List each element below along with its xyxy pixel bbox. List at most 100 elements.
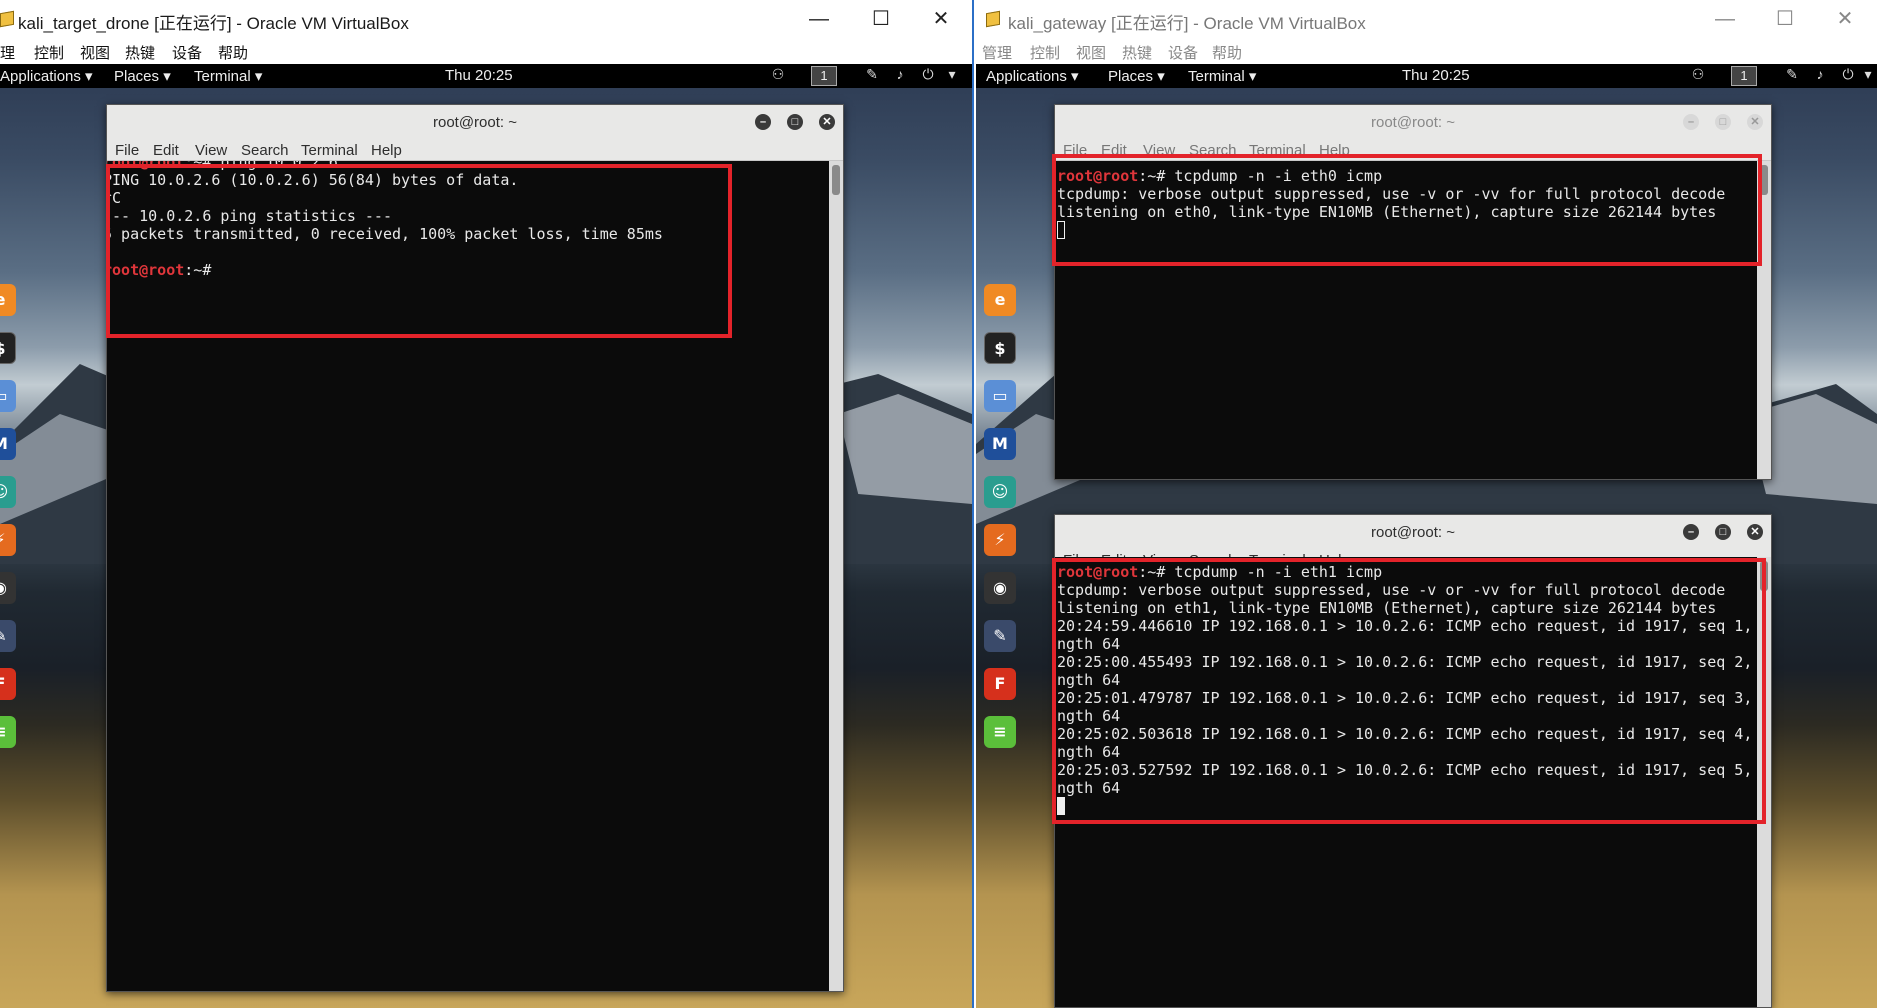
terminal-titlebar[interactable]: root@root: ~ – □ ✕ — [107, 105, 843, 139]
maximize-icon[interactable]: □ — [1715, 524, 1731, 540]
minimize-icon[interactable]: – — [1683, 114, 1699, 130]
terminal-icon[interactable]: $ — [984, 332, 1016, 364]
terminal-app-menu[interactable]: Terminal ▾ — [194, 67, 262, 85]
armitage-icon[interactable]: ☺ — [0, 476, 16, 508]
close-icon[interactable]: ✕ — [1747, 524, 1763, 540]
firefox-icon[interactable]: e — [0, 284, 16, 316]
network-icon[interactable]: ⚇ — [768, 66, 788, 86]
terminal-scrollbar[interactable] — [1757, 161, 1771, 479]
menu-help[interactable]: 帮助 — [218, 42, 248, 63]
term-menu-help[interactable]: Help — [371, 142, 402, 159]
terminal-window-eth1[interactable]: root@root: ~ – □ ✕ File Edit View Search… — [1054, 514, 1772, 1008]
menu-devices[interactable]: 设备 — [1168, 42, 1198, 63]
close-icon[interactable]: ✕ — [819, 114, 835, 130]
pen-icon[interactable]: ✎ — [862, 66, 882, 86]
menu-view[interactable]: 视图 — [80, 42, 110, 63]
volume-icon[interactable]: ♪ — [890, 66, 910, 86]
terminal-icon[interactable]: $ — [0, 332, 16, 364]
terminal-output[interactable]: root@root:~# ping 10.0.2.6 PING 10.0.2.6… — [107, 161, 829, 991]
pen-icon[interactable]: ✎ — [1782, 66, 1802, 86]
menu-manage[interactable]: 理 — [0, 42, 15, 63]
workspace-indicator[interactable]: 1 — [811, 66, 837, 86]
term-menu-view[interactable]: View — [195, 142, 227, 159]
chevron-down-icon[interactable]: ▾ — [1858, 66, 1877, 86]
menu-help[interactable]: 帮助 — [1212, 42, 1242, 63]
term-menu-terminal[interactable]: Terminal — [301, 142, 358, 159]
term-menu-help[interactable]: Help — [1319, 142, 1350, 159]
guest-display[interactable]: Applications ▾ Places ▾ Terminal ▾ Thu 2… — [0, 64, 972, 1008]
files-icon[interactable]: ▭ — [0, 380, 16, 412]
maximize-icon[interactable]: ☐ — [852, 4, 910, 34]
burpsuite-icon[interactable]: ⚡ — [984, 524, 1016, 556]
terminal-titlebar[interactable]: root@root: ~ – □ ✕ — [1055, 105, 1771, 139]
minimize-icon[interactable]: — — [790, 4, 848, 34]
prompt-line: root@root:~# tcpdump -n -i eth0 icmp — [1057, 167, 1383, 185]
maximize-icon[interactable]: □ — [1715, 114, 1731, 130]
menu-hotkeys[interactable]: 热键 — [1122, 42, 1152, 63]
places-menu[interactable]: Places ▾ — [1108, 67, 1165, 85]
terminal-titlebar[interactable]: root@root: ~ – □ ✕ — [1055, 515, 1771, 549]
term-menu-terminal[interactable]: Terminal — [1249, 142, 1306, 159]
files-icon[interactable]: ▭ — [984, 380, 1016, 412]
panel-clock[interactable]: Thu 20:25 — [1402, 67, 1470, 84]
terminal-window[interactable]: root@root: ~ – □ ✕ File Edit View Search… — [106, 104, 844, 992]
power-icon[interactable]: ⏻ — [918, 66, 938, 86]
close-icon[interactable]: ✕ — [1816, 4, 1874, 34]
beef-icon[interactable]: ✎ — [984, 620, 1016, 652]
faraday-icon[interactable]: F — [0, 668, 16, 700]
chevron-down-icon[interactable]: ▾ — [942, 66, 962, 86]
term-menu-search[interactable]: Search — [241, 142, 289, 159]
close-icon[interactable]: ✕ — [1747, 114, 1763, 130]
power-icon[interactable]: ⏻ — [1838, 66, 1858, 86]
packet-line: 20:25:02.503618 IP 192.168.0.1 > 10.0.2.… — [1057, 725, 1757, 743]
maltego-icon[interactable]: ◉ — [984, 572, 1016, 604]
window-titlebar[interactable]: kali_gateway [正在运行] - Oracle VM VirtualB… — [976, 0, 1877, 40]
panel-clock[interactable]: Thu 20:25 — [445, 67, 513, 84]
network-icon[interactable]: ⚇ — [1688, 66, 1708, 86]
applications-menu[interactable]: Applications ▾ — [986, 67, 1079, 85]
terminal-output[interactable]: root@root:~# tcpdump -n -i eth0 icmp tcp… — [1055, 161, 1757, 479]
terminal-app-menu[interactable]: Terminal ▾ — [1188, 67, 1256, 85]
term-menu-file[interactable]: File — [115, 142, 139, 159]
term-menu-file[interactable]: File — [1063, 142, 1087, 159]
metasploit-icon[interactable]: M — [0, 428, 16, 460]
close-icon[interactable]: ✕ — [912, 4, 970, 34]
menu-control[interactable]: 控制 — [34, 42, 64, 63]
term-menu-view[interactable]: View — [1143, 142, 1175, 159]
leafpad-icon[interactable]: ≡ — [0, 716, 16, 748]
faraday-icon[interactable]: F — [984, 668, 1016, 700]
firefox-icon[interactable]: e — [984, 284, 1016, 316]
terminal-output[interactable]: root@root:~# tcpdump -n -i eth1 icmp tcp… — [1055, 557, 1757, 1007]
menu-devices[interactable]: 设备 — [172, 42, 202, 63]
guest-display[interactable]: Applications ▾ Places ▾ Terminal ▾ Thu 2… — [976, 64, 1877, 1008]
leafpad-icon[interactable]: ≡ — [984, 716, 1016, 748]
window-titlebar[interactable]: kali_target_drone [正在运行] - Oracle VM Vir… — [0, 0, 972, 40]
menu-hotkeys[interactable]: 热键 — [125, 42, 155, 63]
output-line: --- 10.0.2.6 ping statistics --- — [107, 207, 392, 225]
term-menu-edit[interactable]: Edit — [1101, 142, 1127, 159]
output-line: tcpdump: verbose output suppressed, use … — [1057, 185, 1726, 203]
maximize-icon[interactable]: □ — [787, 114, 803, 130]
term-menu-edit[interactable]: Edit — [153, 142, 179, 159]
terminal-window-eth0[interactable]: root@root: ~ – □ ✕ File Edit View Search… — [1054, 104, 1772, 480]
menu-manage[interactable]: 管理 — [982, 42, 1012, 63]
terminal-scrollbar[interactable] — [1757, 557, 1771, 1007]
burpsuite-icon[interactable]: ⚡ — [0, 524, 16, 556]
minimize-icon[interactable]: – — [755, 114, 771, 130]
beef-icon[interactable]: ✎ — [0, 620, 16, 652]
maltego-icon[interactable]: ◉ — [0, 572, 16, 604]
metasploit-icon[interactable]: M — [984, 428, 1016, 460]
workspace-indicator[interactable]: 1 — [1731, 66, 1757, 86]
menu-view[interactable]: 视图 — [1076, 42, 1106, 63]
volume-icon[interactable]: ♪ — [1810, 66, 1830, 86]
maximize-icon[interactable]: ☐ — [1756, 4, 1814, 34]
terminal-scrollbar[interactable] — [829, 161, 843, 991]
places-menu[interactable]: Places ▾ — [114, 67, 171, 85]
virtualbox-icon — [984, 10, 1002, 28]
armitage-icon[interactable]: ☺ — [984, 476, 1016, 508]
minimize-icon[interactable]: – — [1683, 524, 1699, 540]
term-menu-search[interactable]: Search — [1189, 142, 1237, 159]
applications-menu[interactable]: Applications ▾ — [0, 67, 93, 85]
menu-control[interactable]: 控制 — [1030, 42, 1060, 63]
minimize-icon[interactable]: — — [1696, 4, 1754, 34]
